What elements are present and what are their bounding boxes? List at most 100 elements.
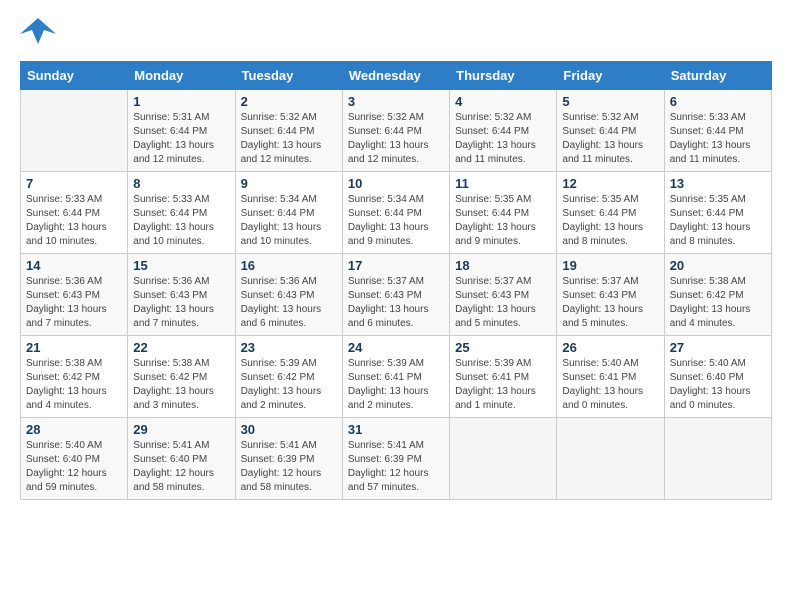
day-number: 5 <box>562 94 658 109</box>
day-info: Sunrise: 5:34 AM Sunset: 6:44 PM Dayligh… <box>241 193 337 249</box>
calendar-cell <box>450 418 557 500</box>
day-info: Sunrise: 5:33 AM Sunset: 6:44 PM Dayligh… <box>26 193 122 249</box>
day-info: Sunrise: 5:36 AM Sunset: 6:43 PM Dayligh… <box>133 275 229 331</box>
day-number: 20 <box>670 258 766 273</box>
calendar-cell: 17 Sunrise: 5:37 AM Sunset: 6:43 PM Dayli… <box>342 254 449 336</box>
calendar-cell: 11 Sunrise: 5:35 AM Sunset: 6:44 PM Dayli… <box>450 172 557 254</box>
logo <box>20 16 60 53</box>
calendar-cell: 16 Sunrise: 5:36 AM Sunset: 6:43 PM Dayli… <box>235 254 342 336</box>
calendar-cell: 1Sunrise: 5:31 AM Sunset: 6:44 PM Daylig… <box>128 90 235 172</box>
day-number: 9 <box>241 176 337 191</box>
calendar-cell: 19 Sunrise: 5:37 AM Sunset: 6:43 PM Dayli… <box>557 254 664 336</box>
calendar-cell: 25Sunrise: 5:39 AM Sunset: 6:41 PM Dayli… <box>450 336 557 418</box>
day-info: Sunrise: 5:39 AM Sunset: 6:41 PM Dayligh… <box>455 357 551 413</box>
day-number: 18 <box>455 258 551 273</box>
calendar-cell: 26Sunrise: 5:40 AM Sunset: 6:41 PM Dayli… <box>557 336 664 418</box>
day-number: 6 <box>670 94 766 109</box>
day-info: Sunrise: 5:40 AM Sunset: 6:41 PM Dayligh… <box>562 357 658 413</box>
calendar-cell: 29 Sunrise: 5:41 AM Sunset: 6:40 PM Dayli… <box>128 418 235 500</box>
calendar-cell: 21 Sunrise: 5:38 AM Sunset: 6:42 PM Dayli… <box>21 336 128 418</box>
day-info: Sunrise: 5:32 AM Sunset: 6:44 PM Dayligh… <box>348 111 444 167</box>
day-info: Sunrise: 5:32 AM Sunset: 6:44 PM Dayligh… <box>241 111 337 167</box>
calendar-cell: 30Sunrise: 5:41 AM Sunset: 6:39 PM Dayli… <box>235 418 342 500</box>
day-number: 10 <box>348 176 444 191</box>
calendar-cell: 20 Sunrise: 5:38 AM Sunset: 6:42 PM Dayli… <box>664 254 771 336</box>
day-number: 3 <box>348 94 444 109</box>
header-day-friday: Friday <box>557 62 664 90</box>
day-number: 16 <box>241 258 337 273</box>
calendar-cell: 5 Sunrise: 5:32 AM Sunset: 6:44 PM Daylig… <box>557 90 664 172</box>
day-info: Sunrise: 5:38 AM Sunset: 6:42 PM Dayligh… <box>133 357 229 413</box>
day-info: Sunrise: 5:37 AM Sunset: 6:43 PM Dayligh… <box>348 275 444 331</box>
day-number: 19 <box>562 258 658 273</box>
day-number: 12 <box>562 176 658 191</box>
calendar-cell <box>664 418 771 500</box>
day-info: Sunrise: 5:39 AM Sunset: 6:41 PM Dayligh… <box>348 357 444 413</box>
day-info: Sunrise: 5:40 AM Sunset: 6:40 PM Dayligh… <box>670 357 766 413</box>
day-number: 2 <box>241 94 337 109</box>
calendar-cell: 9 Sunrise: 5:34 AM Sunset: 6:44 PM Daylig… <box>235 172 342 254</box>
calendar-week-row: 28Sunrise: 5:40 AM Sunset: 6:40 PM Dayli… <box>21 418 772 500</box>
day-number: 14 <box>26 258 122 273</box>
day-info: Sunrise: 5:31 AM Sunset: 6:44 PM Dayligh… <box>133 111 229 167</box>
calendar-week-row: 1Sunrise: 5:31 AM Sunset: 6:44 PM Daylig… <box>21 90 772 172</box>
calendar-cell: 14 Sunrise: 5:36 AM Sunset: 6:43 PM Dayli… <box>21 254 128 336</box>
day-info: Sunrise: 5:35 AM Sunset: 6:44 PM Dayligh… <box>562 193 658 249</box>
day-number: 27 <box>670 340 766 355</box>
day-info: Sunrise: 5:41 AM Sunset: 6:39 PM Dayligh… <box>241 439 337 495</box>
day-number: 8 <box>133 176 229 191</box>
calendar-cell: 15Sunrise: 5:36 AM Sunset: 6:43 PM Dayli… <box>128 254 235 336</box>
day-info: Sunrise: 5:32 AM Sunset: 6:44 PM Dayligh… <box>562 111 658 167</box>
header-day-thursday: Thursday <box>450 62 557 90</box>
day-info: Sunrise: 5:34 AM Sunset: 6:44 PM Dayligh… <box>348 193 444 249</box>
calendar-cell: 2 Sunrise: 5:32 AM Sunset: 6:44 PM Daylig… <box>235 90 342 172</box>
calendar-cell: 18Sunrise: 5:37 AM Sunset: 6:43 PM Dayli… <box>450 254 557 336</box>
header-day-tuesday: Tuesday <box>235 62 342 90</box>
logo-bird-icon <box>20 16 56 53</box>
calendar-cell: 4 Sunrise: 5:32 AM Sunset: 6:44 PM Daylig… <box>450 90 557 172</box>
day-number: 22 <box>133 340 229 355</box>
day-info: Sunrise: 5:41 AM Sunset: 6:39 PM Dayligh… <box>348 439 444 495</box>
day-number: 23 <box>241 340 337 355</box>
day-info: Sunrise: 5:36 AM Sunset: 6:43 PM Dayligh… <box>26 275 122 331</box>
calendar-cell: 24Sunrise: 5:39 AM Sunset: 6:41 PM Dayli… <box>342 336 449 418</box>
calendar-table: SundayMondayTuesdayWednesdayThursdayFrid… <box>20 61 772 500</box>
calendar-cell: 27 Sunrise: 5:40 AM Sunset: 6:40 PM Dayli… <box>664 336 771 418</box>
header-day-monday: Monday <box>128 62 235 90</box>
day-number: 7 <box>26 176 122 191</box>
header <box>20 16 772 53</box>
day-info: Sunrise: 5:37 AM Sunset: 6:43 PM Dayligh… <box>562 275 658 331</box>
day-number: 11 <box>455 176 551 191</box>
day-info: Sunrise: 5:39 AM Sunset: 6:42 PM Dayligh… <box>241 357 337 413</box>
day-number: 21 <box>26 340 122 355</box>
day-number: 17 <box>348 258 444 273</box>
day-info: Sunrise: 5:35 AM Sunset: 6:44 PM Dayligh… <box>455 193 551 249</box>
day-info: Sunrise: 5:35 AM Sunset: 6:44 PM Dayligh… <box>670 193 766 249</box>
calendar-cell: 6 Sunrise: 5:33 AM Sunset: 6:44 PM Daylig… <box>664 90 771 172</box>
calendar-cell: 13 Sunrise: 5:35 AM Sunset: 6:44 PM Dayli… <box>664 172 771 254</box>
day-info: Sunrise: 5:38 AM Sunset: 6:42 PM Dayligh… <box>670 275 766 331</box>
day-info: Sunrise: 5:41 AM Sunset: 6:40 PM Dayligh… <box>133 439 229 495</box>
day-info: Sunrise: 5:33 AM Sunset: 6:44 PM Dayligh… <box>133 193 229 249</box>
calendar-cell: 28Sunrise: 5:40 AM Sunset: 6:40 PM Dayli… <box>21 418 128 500</box>
calendar-cell: 10 Sunrise: 5:34 AM Sunset: 6:44 PM Dayli… <box>342 172 449 254</box>
calendar-cell: 23 Sunrise: 5:39 AM Sunset: 6:42 PM Dayli… <box>235 336 342 418</box>
calendar-cell <box>21 90 128 172</box>
day-info: Sunrise: 5:32 AM Sunset: 6:44 PM Dayligh… <box>455 111 551 167</box>
day-info: Sunrise: 5:40 AM Sunset: 6:40 PM Dayligh… <box>26 439 122 495</box>
day-info: Sunrise: 5:38 AM Sunset: 6:42 PM Dayligh… <box>26 357 122 413</box>
day-number: 29 <box>133 422 229 437</box>
calendar-cell: 12 Sunrise: 5:35 AM Sunset: 6:44 PM Dayli… <box>557 172 664 254</box>
calendar-cell: 22 Sunrise: 5:38 AM Sunset: 6:42 PM Dayli… <box>128 336 235 418</box>
calendar-cell: 8 Sunrise: 5:33 AM Sunset: 6:44 PM Daylig… <box>128 172 235 254</box>
day-number: 13 <box>670 176 766 191</box>
day-info: Sunrise: 5:33 AM Sunset: 6:44 PM Dayligh… <box>670 111 766 167</box>
calendar-header-row: SundayMondayTuesdayWednesdayThursdayFrid… <box>21 62 772 90</box>
day-number: 31 <box>348 422 444 437</box>
calendar-week-row: 14 Sunrise: 5:36 AM Sunset: 6:43 PM Dayli… <box>21 254 772 336</box>
day-number: 4 <box>455 94 551 109</box>
header-day-wednesday: Wednesday <box>342 62 449 90</box>
day-info: Sunrise: 5:36 AM Sunset: 6:43 PM Dayligh… <box>241 275 337 331</box>
calendar-week-row: 21 Sunrise: 5:38 AM Sunset: 6:42 PM Dayli… <box>21 336 772 418</box>
calendar-cell: 3 Sunrise: 5:32 AM Sunset: 6:44 PM Daylig… <box>342 90 449 172</box>
